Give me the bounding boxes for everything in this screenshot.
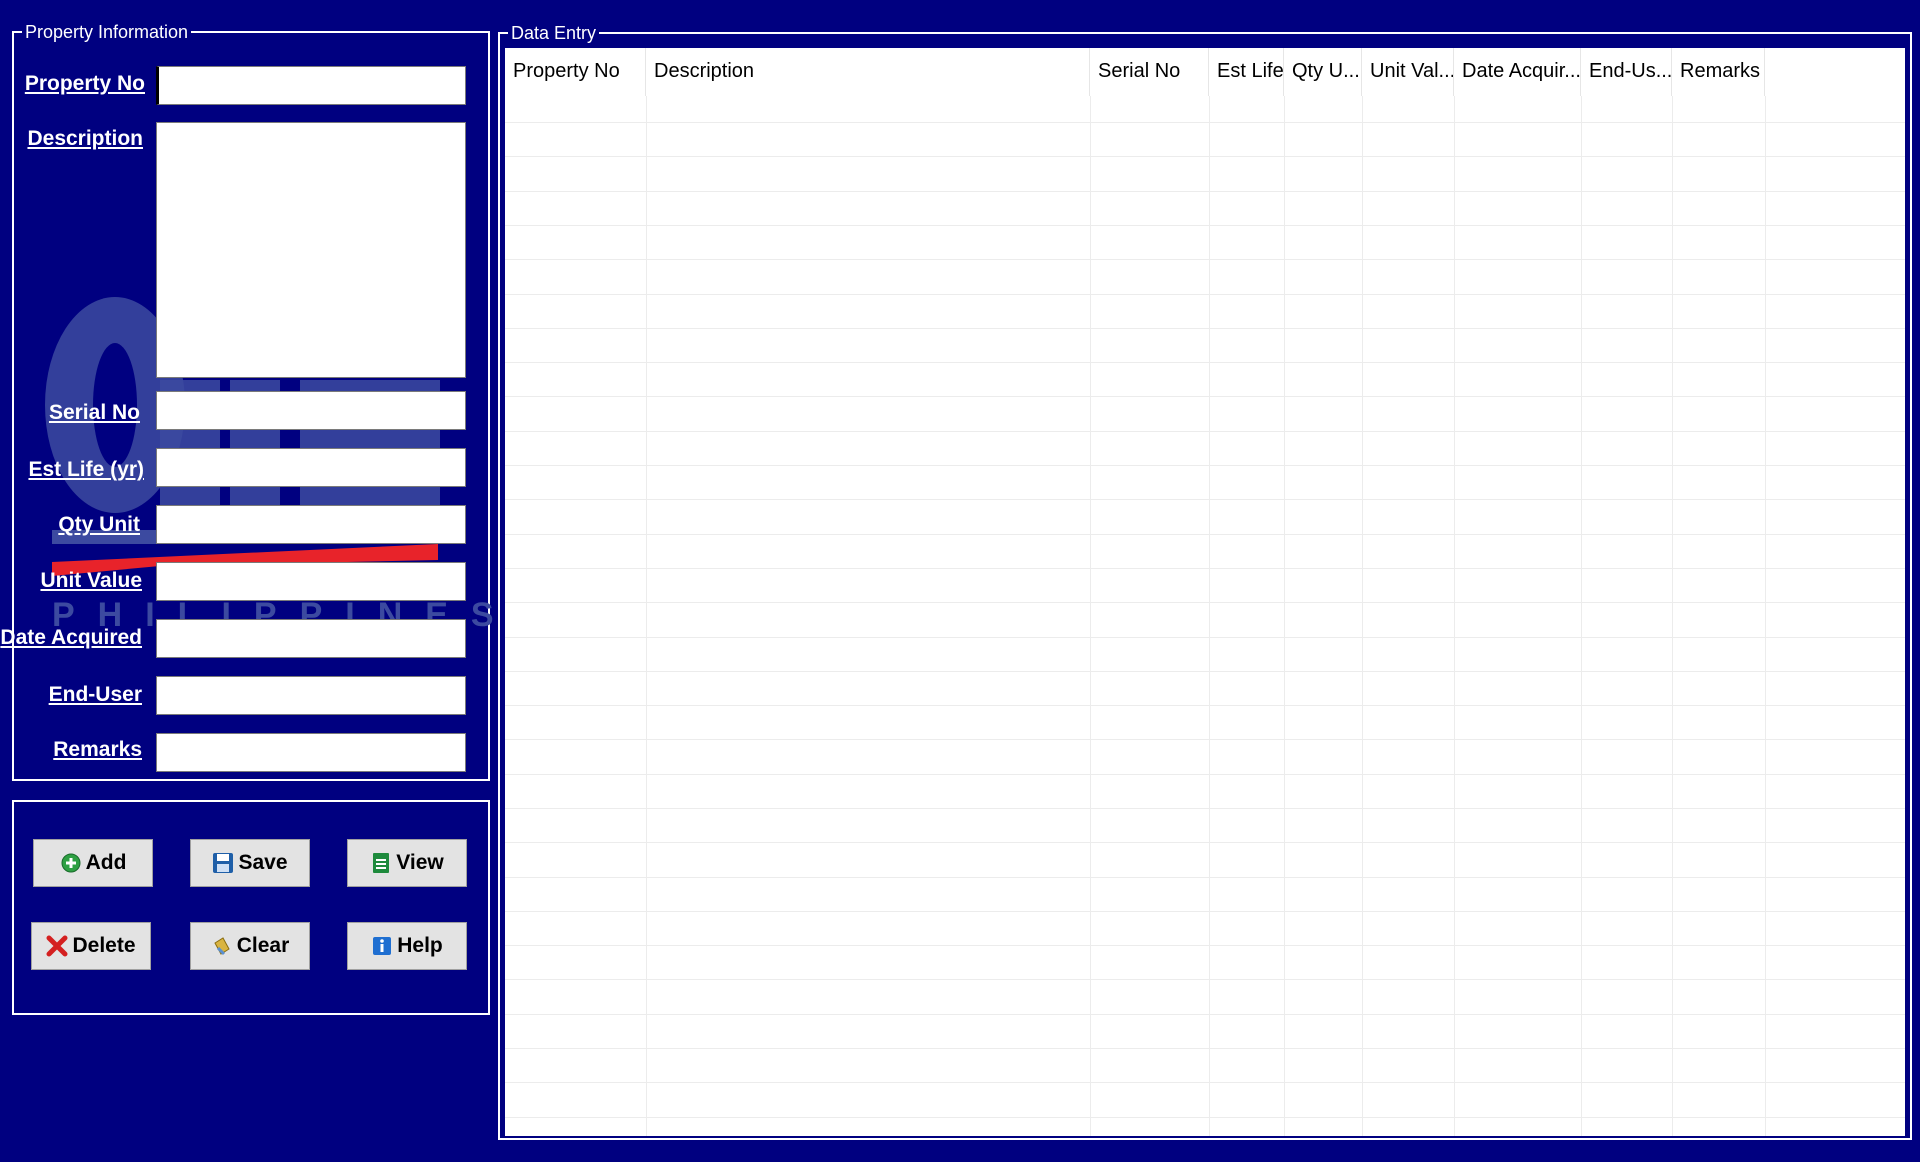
grid-row-divider	[505, 808, 1905, 809]
est-life-input[interactable]	[156, 448, 466, 487]
grid-row-divider	[505, 877, 1905, 878]
date-acquired-input[interactable]	[156, 619, 466, 658]
property-information-legend: Property Information	[22, 21, 192, 43]
clear-button-label: Clear	[236, 934, 290, 957]
grid-row-divider	[505, 1048, 1905, 1049]
grid-row-divider	[505, 294, 1905, 295]
grid-column-divider	[1284, 96, 1285, 1136]
grid-row-divider	[505, 225, 1905, 226]
column-header-description[interactable]: Description	[646, 48, 1090, 96]
grid-row-divider	[505, 1082, 1905, 1083]
grid-row-divider	[505, 739, 1905, 740]
remarks-label: Remarks	[53, 738, 142, 761]
grid-row-divider	[505, 602, 1905, 603]
column-header-date-acquired[interactable]: Date Acquir...	[1454, 48, 1581, 96]
description-label: Description	[27, 127, 143, 150]
grid-row-divider	[505, 465, 1905, 466]
delete-button-label: Delete	[72, 934, 136, 957]
help-button[interactable]: Help	[347, 922, 467, 970]
spreadsheet-icon	[370, 852, 392, 874]
grid-row-divider	[505, 774, 1905, 775]
grid-column-divider	[1090, 96, 1091, 1136]
add-button-label: Add	[85, 851, 127, 874]
grid-row-divider	[505, 842, 1905, 843]
grid-row-divider	[505, 534, 1905, 535]
save-button-label: Save	[238, 851, 288, 874]
unit-value-input[interactable]	[156, 562, 466, 601]
view-button-label: View	[396, 851, 444, 874]
qty-unit-input[interactable]	[156, 505, 466, 544]
column-header-remarks[interactable]: Remarks	[1672, 48, 1765, 96]
grid-row-divider	[505, 1014, 1905, 1015]
grid-row-divider	[505, 945, 1905, 946]
grid-row-divider	[505, 328, 1905, 329]
actions-group	[12, 800, 490, 1015]
grid-column-divider	[1209, 96, 1210, 1136]
grid-row-divider	[505, 705, 1905, 706]
grid-column-divider	[1454, 96, 1455, 1136]
grid-row-divider	[505, 979, 1905, 980]
grid-column-divider	[646, 96, 647, 1136]
add-button[interactable]: Add	[33, 839, 153, 887]
grid-row-divider	[505, 637, 1905, 638]
unit-value-label: Unit Value	[40, 569, 142, 592]
grid-row-divider	[505, 911, 1905, 912]
delete-button[interactable]: Delete	[31, 922, 151, 970]
view-button[interactable]: View	[347, 839, 467, 887]
grid-row-divider	[505, 122, 1905, 123]
column-header-end-user[interactable]: End-Us...	[1581, 48, 1672, 96]
remarks-input[interactable]	[156, 733, 466, 772]
grid-column-divider	[1581, 96, 1582, 1136]
grid-row-divider	[505, 156, 1905, 157]
add-circle-icon	[60, 852, 82, 874]
grid-row-divider	[505, 259, 1905, 260]
date-acquired-label: Date Acquired	[0, 626, 142, 649]
end-user-input[interactable]	[156, 676, 466, 715]
info-icon	[371, 935, 393, 957]
floppy-disk-icon	[212, 852, 234, 874]
grid-row-divider	[505, 431, 1905, 432]
column-header-property-no[interactable]: Property No	[505, 48, 646, 96]
grid-row-divider	[505, 499, 1905, 500]
grid-column-divider	[1765, 96, 1766, 1136]
help-button-label: Help	[397, 934, 443, 957]
column-header-serial-no[interactable]: Serial No	[1090, 48, 1209, 96]
grid-header: Property No Description Serial No Est Li…	[505, 48, 1905, 96]
grid-row-divider	[505, 1117, 1905, 1118]
grid-row-divider	[505, 396, 1905, 397]
eraser-icon	[211, 935, 233, 957]
column-header-est-life[interactable]: Est Life	[1209, 48, 1284, 96]
property-no-input[interactable]	[156, 66, 466, 105]
grid-row-divider	[505, 362, 1905, 363]
clear-button[interactable]: Clear	[190, 922, 310, 970]
grid-column-divider	[1672, 96, 1673, 1136]
red-x-icon	[46, 935, 68, 957]
est-life-label: Est Life (yr)	[28, 458, 144, 481]
column-header-unit-value[interactable]: Unit Val...	[1362, 48, 1454, 96]
grid-row-divider	[505, 191, 1905, 192]
data-entry-grid[interactable]: Property No Description Serial No Est Li…	[505, 48, 1905, 1136]
property-no-label: Property No	[24, 72, 145, 95]
column-header-qty-unit[interactable]: Qty U...	[1284, 48, 1362, 96]
grid-row-divider	[505, 568, 1905, 569]
grid-row-divider	[505, 671, 1905, 672]
end-user-label: End-User	[48, 683, 142, 706]
data-entry-legend: Data Entry	[508, 22, 600, 44]
qty-unit-label: Qty Unit	[58, 513, 140, 536]
save-button[interactable]: Save	[190, 839, 310, 887]
serial-no-label: Serial No	[48, 401, 140, 424]
description-input[interactable]	[156, 122, 466, 378]
serial-no-input[interactable]	[156, 391, 466, 430]
grid-column-divider	[1362, 96, 1363, 1136]
